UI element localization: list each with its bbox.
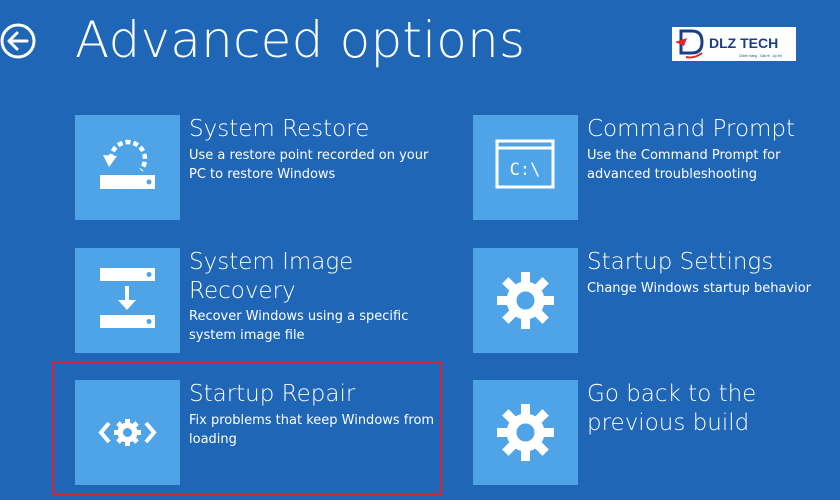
option-startup-settings[interactable]: Startup Settings Change Windows startup …	[473, 248, 833, 358]
option-description: Use the Command Prompt for advanced trou…	[587, 148, 781, 182]
gear-icon	[497, 272, 554, 329]
option-tile	[75, 248, 180, 353]
command-prompt-text: C:\	[510, 160, 541, 180]
system-restore-icon	[100, 139, 155, 189]
option-tile	[473, 380, 578, 485]
option-command-prompt[interactable]: C:\ Command Prompt Use the Command Promp…	[473, 115, 833, 225]
option-system-image-recovery[interactable]: System Image Recovery Recover Windows us…	[75, 248, 435, 358]
highlight-box	[52, 361, 442, 495]
option-tile	[473, 248, 578, 353]
dlz-tech-logo: DLZ TECH Chinh hãng - Giá rẻ - Uy tín	[672, 27, 796, 61]
option-description: Use a restore point recorded on your PC …	[189, 148, 429, 182]
option-description: Change Windows startup behavior	[587, 281, 812, 296]
system-image-recovery-icon	[100, 268, 155, 328]
logo-text: DLZ TECH	[709, 35, 778, 51]
page-title: Advanced options	[75, 11, 526, 69]
back-arrow-icon	[0, 23, 36, 59]
gear-icon	[497, 404, 554, 461]
option-title: System Image Recovery	[189, 249, 354, 304]
logo-tagline: Chinh hãng - Giá rẻ - Uy tín	[739, 54, 782, 58]
option-tile: C:\	[473, 115, 578, 220]
option-title: System Restore	[189, 116, 370, 142]
option-title: Startup Settings	[587, 249, 774, 275]
option-tile	[75, 115, 180, 220]
option-system-restore[interactable]: System Restore Use a restore point recor…	[75, 115, 435, 225]
option-title: Command Prompt	[587, 116, 796, 142]
option-description: Recover Windows using a specific system …	[189, 309, 409, 343]
command-prompt-icon: C:\	[495, 139, 555, 189]
option-title: Go back to the previous build	[587, 381, 757, 436]
option-go-back-previous-build[interactable]: Go back to the previous build	[473, 380, 833, 490]
back-button[interactable]	[0, 22, 38, 60]
